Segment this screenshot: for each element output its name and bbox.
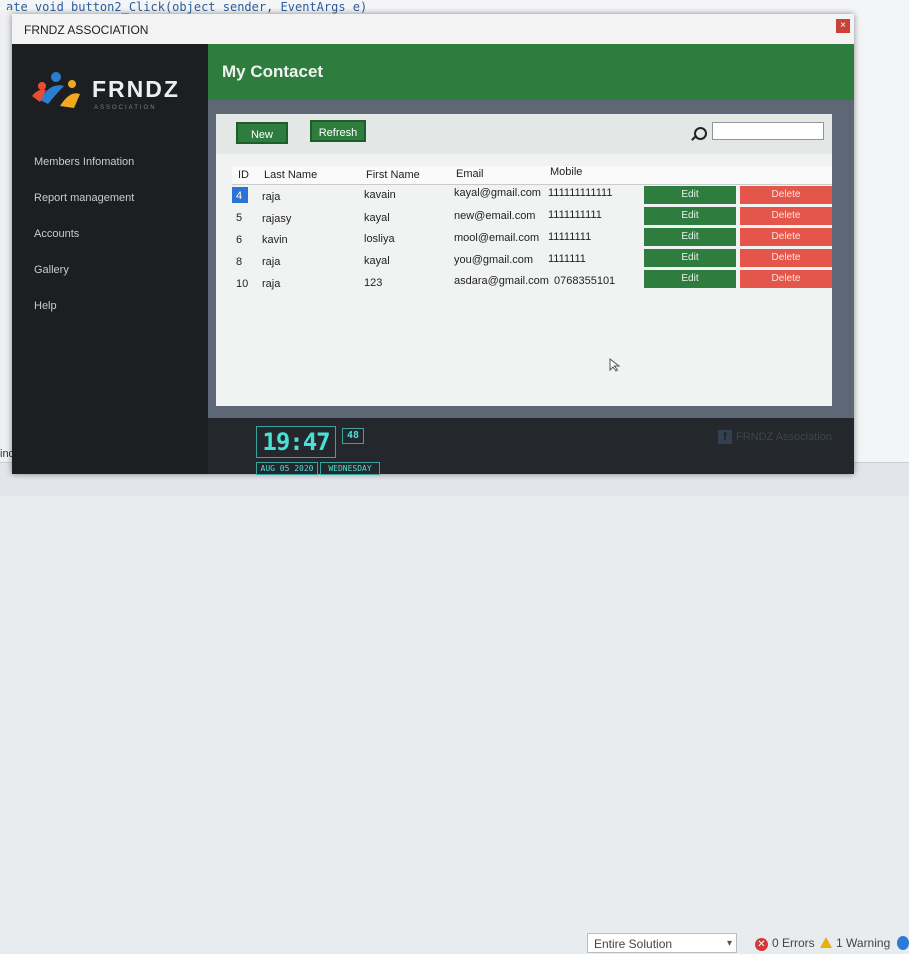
cell-last-name: kavin — [262, 234, 288, 246]
cell-mobile: 1111111 — [548, 253, 586, 265]
cell-id: 5 — [236, 212, 243, 224]
clock-seconds: 48 — [342, 428, 364, 444]
cell-first-name: kavain — [364, 189, 396, 201]
sidebar-item-help[interactable]: Help — [34, 296, 134, 332]
cell-id: 10 — [236, 278, 249, 290]
cell-id: 8 — [236, 256, 243, 268]
edit-button[interactable]: Edit — [644, 186, 736, 204]
facebook-icon: f — [718, 430, 732, 444]
col-email[interactable]: Email — [456, 168, 484, 180]
delete-button[interactable]: Delete — [740, 228, 832, 246]
clock-date: AUG 05 2020 — [256, 462, 318, 475]
cell-first-name: 123 — [364, 277, 383, 289]
table-row[interactable]: 4 raja kavain kayal@gmail.com 1111111111… — [232, 185, 832, 206]
col-last-name[interactable]: Last Name — [264, 169, 317, 181]
cell-last-name: raja — [262, 278, 281, 290]
solution-scope-dropdown[interactable]: Entire Solution ▾ — [587, 933, 737, 953]
page-title: My Contacet — [222, 62, 324, 81]
cell-id: 4 — [236, 190, 243, 202]
cell-email: you@gmail.com — [454, 254, 534, 266]
errors-filter[interactable]: ✕ 0 Errors — [755, 933, 815, 953]
facebook-text: FRNDZ Association — [736, 431, 832, 443]
contacts-panel: New Refresh ID Last Name First Name Emai… — [216, 114, 832, 406]
refresh-button[interactable]: Refresh — [310, 120, 366, 142]
col-first-name[interactable]: First Name — [366, 169, 420, 181]
code-line: ate void button2_Click(object sender, Ev… — [6, 0, 368, 14]
table-header: ID Last Name First Name Email Mobile — [232, 166, 832, 185]
contacts-table: ID Last Name First Name Email Mobile 4 r… — [232, 166, 832, 290]
logo-text: FRNDZ — [92, 76, 180, 102]
table-row[interactable]: 8 raja kayal you@gmail.com 1111111 Edit … — [232, 248, 832, 269]
app-window: FRNDZ ASSOCIATION × FRNDZ ASSOCIATION Me… — [12, 14, 854, 475]
clock-day: WEDNESDAY — [320, 462, 380, 475]
table-row[interactable]: 6 kavin losliya mool@email.com 11111111 … — [232, 227, 832, 248]
logo: FRNDZ ASSOCIATION — [30, 66, 200, 116]
table-row[interactable]: 5 rajasy kayal new@email.com 1111111111 … — [232, 206, 832, 227]
sidebar-menu: Members Infomation Report management Acc… — [34, 152, 134, 332]
warnings-filter[interactable]: 1 Warning — [820, 933, 890, 953]
logo-subtitle: ASSOCIATION — [94, 105, 157, 111]
cell-mobile: 0768355101 — [554, 275, 616, 287]
cell-last-name: raja — [262, 191, 281, 203]
sidebar-item-members-information[interactable]: Members Infomation — [34, 152, 134, 188]
cell-email: kayal@gmail.com — [454, 187, 541, 199]
errors-label: 0 Errors — [772, 936, 815, 950]
warnings-label: 1 Warning — [836, 936, 891, 950]
clock-time: 19:47 — [256, 426, 336, 458]
cell-email: new@email.com — [454, 210, 536, 222]
edit-button[interactable]: Edit — [644, 207, 736, 225]
table-row[interactable]: 10 raja 123 asdara@gmail.com 0768355101 … — [232, 269, 832, 290]
info-icon[interactable] — [897, 936, 909, 950]
facebook-link[interactable]: f FRNDZ Association — [718, 430, 832, 444]
delete-button[interactable]: Delete — [740, 186, 832, 204]
sidebar-item-report-management[interactable]: Report management — [34, 188, 134, 224]
mouse-cursor-icon — [609, 358, 621, 372]
sidebar: FRNDZ ASSOCIATION Members Infomation Rep… — [12, 44, 208, 474]
title-bar: FRNDZ ASSOCIATION × — [12, 14, 854, 44]
delete-button[interactable]: Delete — [740, 207, 832, 225]
cell-first-name: kayal — [364, 255, 390, 267]
cell-mobile: 111111111111 — [548, 187, 613, 199]
col-id[interactable]: ID — [238, 169, 249, 181]
cell-first-name: kayal — [364, 212, 390, 224]
edit-button[interactable]: Edit — [644, 270, 736, 288]
cell-email: asdara@gmail.com — [454, 275, 549, 287]
window-title: FRNDZ ASSOCIATION — [24, 23, 149, 37]
chevron-down-icon: ▾ — [726, 938, 732, 949]
page-header: My Contacet — [208, 44, 854, 100]
cell-first-name: losliya — [364, 233, 395, 245]
close-button[interactable]: × — [836, 19, 850, 33]
delete-button[interactable]: Delete — [740, 249, 832, 267]
people-logo-icon — [32, 72, 80, 108]
solution-scope-label: Entire Solution — [594, 937, 673, 951]
sidebar-item-accounts[interactable]: Accounts — [34, 224, 134, 260]
cell-mobile: 1111111111 — [548, 209, 602, 221]
toolbar: New Refresh — [216, 114, 832, 154]
cell-email: mool@email.com — [454, 232, 540, 244]
main-area: My Contacet New Refresh ID Last Name Fir… — [208, 44, 854, 475]
cell-last-name: raja — [262, 256, 281, 268]
new-button[interactable]: New — [236, 122, 288, 144]
warning-icon — [820, 937, 832, 948]
cell-mobile: 11111111 — [548, 231, 592, 243]
edit-button[interactable]: Edit — [644, 228, 736, 246]
cell-id: 6 — [236, 234, 243, 246]
search-input[interactable] — [712, 122, 824, 140]
footer: 19:47 48 AUG 05 2020 WEDNESDAY f FRNDZ As… — [208, 418, 854, 475]
error-icon: ✕ — [755, 938, 768, 951]
col-mobile[interactable]: Mobile — [550, 166, 582, 178]
edit-button[interactable]: Edit — [644, 249, 736, 267]
cell-last-name: rajasy — [262, 213, 292, 225]
delete-button[interactable]: Delete — [740, 270, 832, 288]
search-icon[interactable] — [694, 127, 707, 140]
sidebar-item-gallery[interactable]: Gallery — [34, 260, 134, 296]
